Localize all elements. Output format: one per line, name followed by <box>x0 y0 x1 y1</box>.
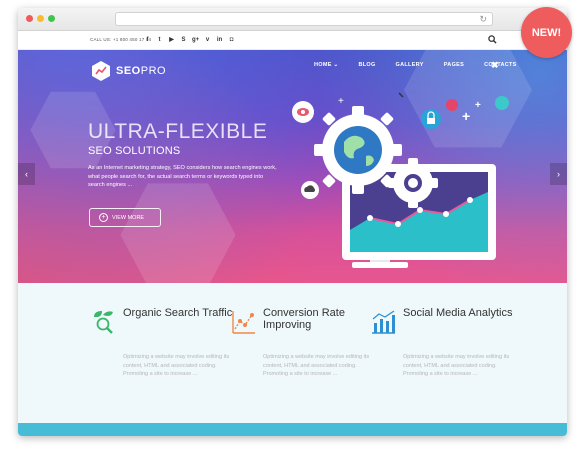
share-icon <box>446 99 458 111</box>
feature-text: Optimizing a website may involve editing… <box>123 354 230 377</box>
line-chart-icon <box>232 311 255 334</box>
chat-icon <box>495 96 509 110</box>
vimeo-icon[interactable]: v <box>204 35 211 45</box>
plus-icon: + <box>99 213 108 222</box>
plus-decoration: + <box>338 96 344 107</box>
youtube-icon[interactable]: ▶ <box>168 35 175 45</box>
browser-window: ↻ CALL US: +1 800 450 17 04 f t ▶ S g+ v… <box>18 8 567 436</box>
feature-text: Optimizing a website may involve editing… <box>263 354 370 377</box>
google-plus-icon[interactable]: g+ <box>192 35 199 45</box>
hero-description: As an Internet marketing strategy, SEO c… <box>88 165 277 189</box>
slider-prev-button[interactable]: ‹ <box>18 163 35 185</box>
plus-decoration: + <box>462 108 470 124</box>
main-nav: HOME ⌄ BLOG GALLERY PAGES CONTACTS <box>314 62 537 68</box>
hero-section: SEOPRO HOME ⌄ BLOG GALLERY PAGES CONTACT… <box>18 50 567 283</box>
maximize-window-dot[interactable] <box>48 15 55 22</box>
plus-decoration: + <box>475 100 481 111</box>
hexagon-decoration <box>120 183 236 283</box>
logo-text-light: PRO <box>140 65 167 77</box>
chart-point <box>417 207 423 213</box>
logo-text-bold: SEO <box>116 65 141 77</box>
stage: ↻ CALL US: +1 800 450 17 04 f t ▶ S g+ v… <box>0 0 585 450</box>
feature-title: Social Media Analytics <box>403 307 513 319</box>
logo-text: SEOPRO <box>116 65 166 77</box>
top-bar: CALL US: +1 800 450 17 04 f t ▶ S g+ v i… <box>18 31 567 50</box>
bar-chart-icon <box>372 310 395 334</box>
minimize-window-dot[interactable] <box>37 15 44 22</box>
close-icon[interactable]: ✖ <box>491 60 499 71</box>
feature-title: Conversion Rate Improving <box>263 307 345 331</box>
chart-point <box>395 221 401 227</box>
view-more-button[interactable]: + VIEW MORE <box>89 208 161 227</box>
seo-illustration: + + + <box>292 92 509 268</box>
twitter-icon[interactable]: t <box>156 35 163 45</box>
slider-next-button[interactable]: › <box>550 163 567 185</box>
feature-title: Organic Search Traffic <box>123 307 233 319</box>
nav-item-pages[interactable]: PAGES <box>444 62 464 68</box>
facebook-icon[interactable]: f <box>144 35 151 45</box>
nav-item-blog[interactable]: BLOG <box>358 62 375 68</box>
close-window-dot[interactable] <box>26 15 33 22</box>
chart-point <box>467 197 473 203</box>
social-links: f t ▶ S g+ v in ◘ <box>144 35 235 45</box>
footer-strip <box>18 423 567 436</box>
nav-item-contacts[interactable]: CONTACTS <box>484 62 517 68</box>
hero-subtitle: SEO SOLUTIONS <box>88 145 181 157</box>
logo-hexagon-icon <box>92 61 110 81</box>
call-us-text: CALL US: +1 800 450 17 04 <box>90 37 152 42</box>
linkedin-icon[interactable]: in <box>216 35 223 45</box>
features-section: Organic Search Traffic Optimizing a webs… <box>18 283 567 423</box>
reload-icon[interactable]: ↻ <box>479 13 487 25</box>
chart-point <box>367 215 373 221</box>
nav-item-gallery[interactable]: GALLERY <box>396 62 424 68</box>
leaf-magnifier-icon <box>94 311 113 334</box>
skype-icon[interactable]: S <box>180 35 187 45</box>
browser-chrome: ↻ <box>18 8 567 31</box>
search-icon[interactable] <box>488 35 497 44</box>
view-more-label: VIEW MORE <box>112 214 145 221</box>
nav-item-home-label: HOME <box>314 62 332 68</box>
pencil-decoration <box>398 92 404 98</box>
chart-point <box>443 211 449 217</box>
new-badge: NEW! <box>521 7 572 58</box>
logo[interactable]: SEOPRO <box>90 60 166 82</box>
nav-item-home[interactable]: HOME ⌄ <box>314 62 338 68</box>
monitor-base <box>352 262 408 268</box>
feature-text: Optimizing a website may involve editing… <box>403 354 510 377</box>
address-bar[interactable]: ↻ <box>115 12 493 26</box>
instagram-icon[interactable]: ◘ <box>228 35 235 45</box>
hero-title: ULTRA-FLEXIBLE <box>88 120 268 143</box>
chevron-down-icon: ⌄ <box>333 62 339 68</box>
